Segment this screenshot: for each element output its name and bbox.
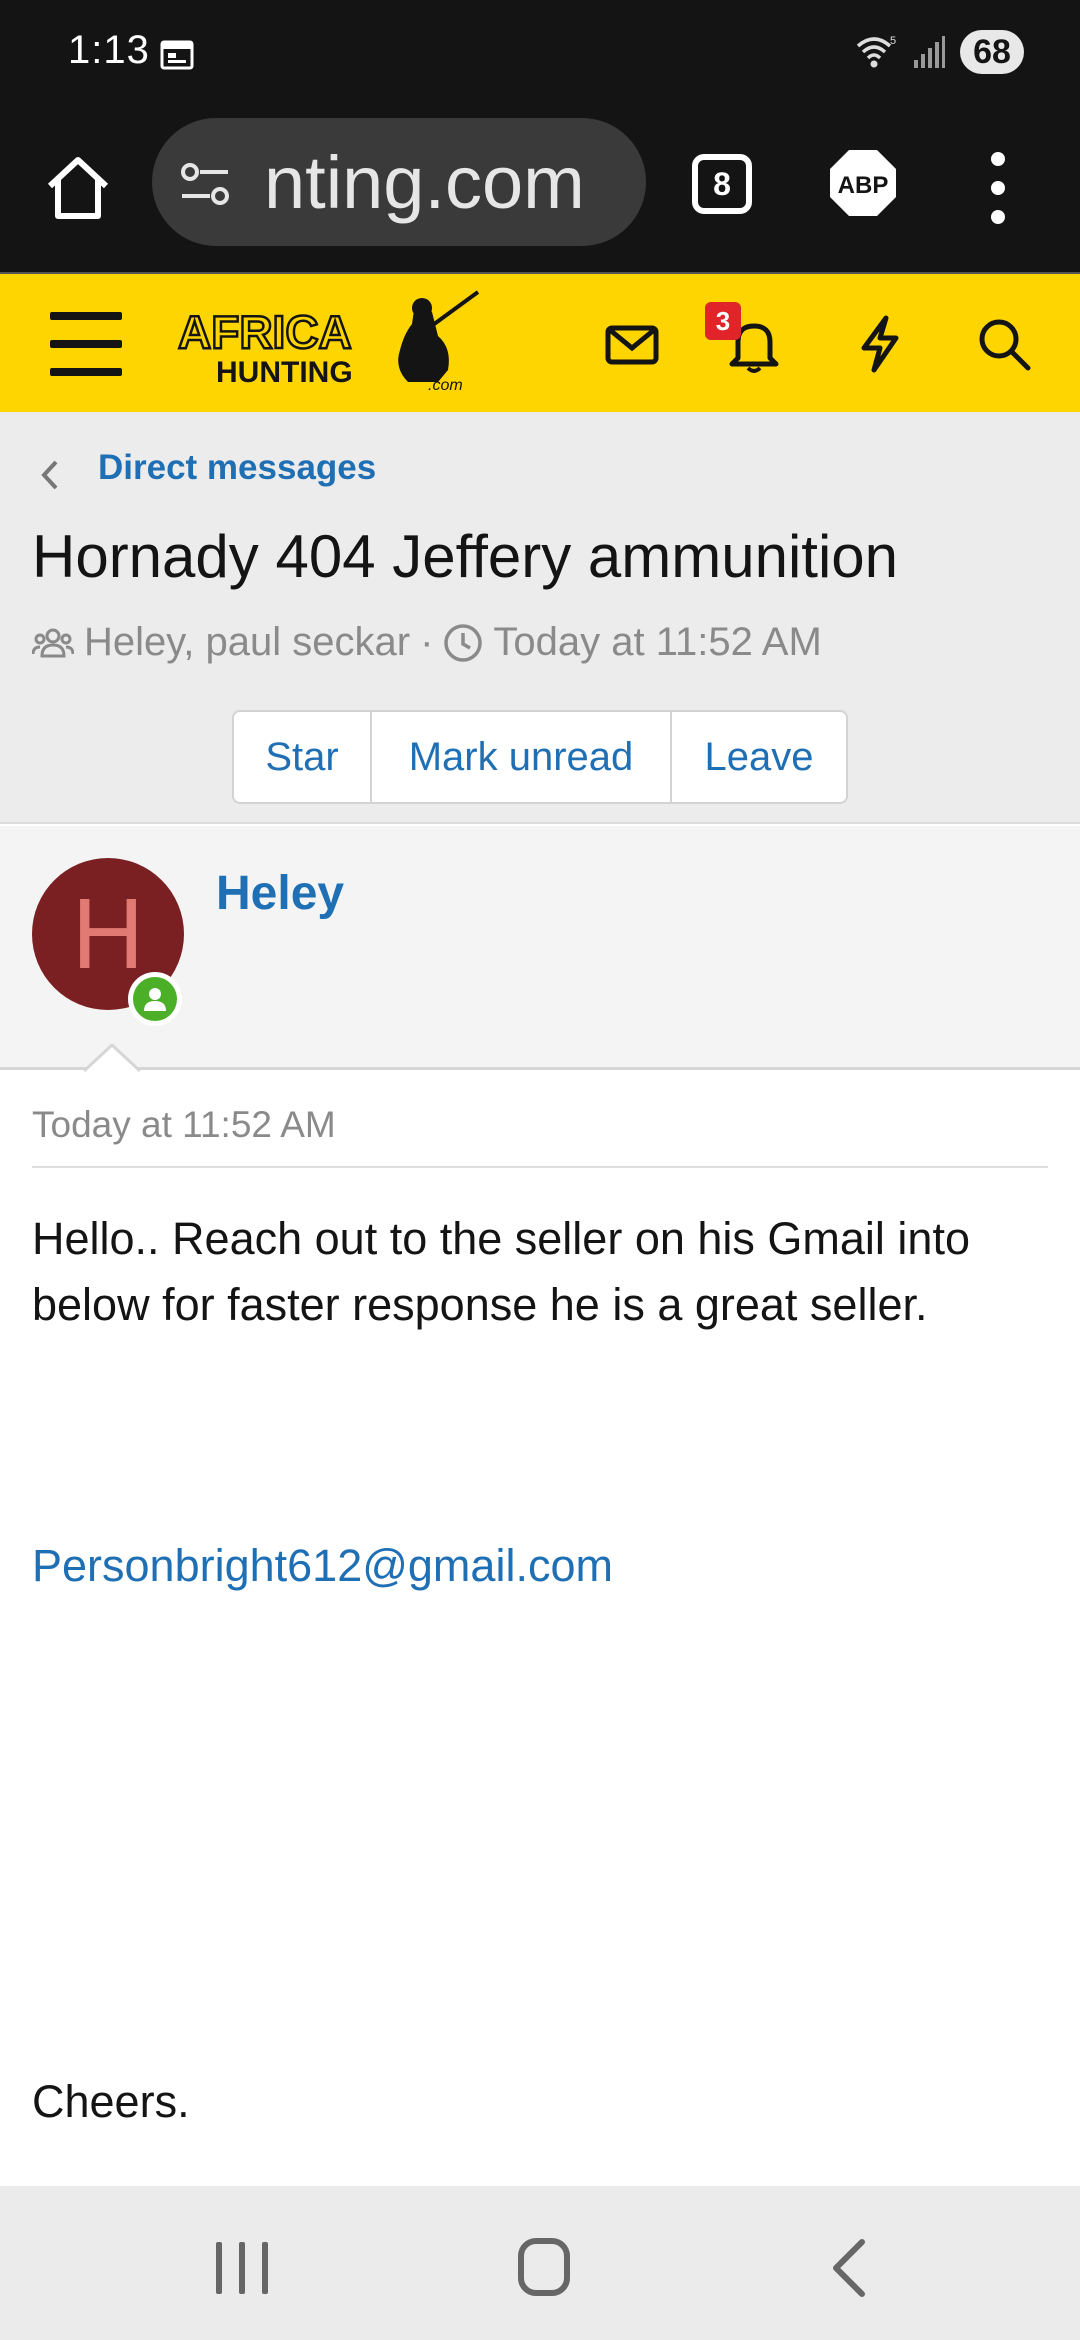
battery-indicator: 68 xyxy=(960,30,1024,74)
home-icon[interactable] xyxy=(42,152,114,224)
site-settings-icon[interactable] xyxy=(178,160,234,210)
africahunting-logo[interactable]: AFRICA HUNTING .com xyxy=(176,290,486,402)
online-status-badge xyxy=(128,972,182,1026)
message-closing: Cheers. xyxy=(32,2076,190,2127)
conversation-actions: Star Mark unread Leave xyxy=(232,710,848,804)
back-icon[interactable] xyxy=(828,2238,868,2298)
chevron-left-icon[interactable] xyxy=(38,458,62,492)
status-indicators: 5 68 xyxy=(854,30,1024,74)
message-username[interactable]: Heley xyxy=(216,866,344,921)
svg-text:AFRICA: AFRICA xyxy=(178,306,352,358)
url-text: nting.com xyxy=(264,141,585,224)
home-button[interactable] xyxy=(518,2238,570,2296)
whats-new-bolt-icon[interactable] xyxy=(850,314,910,374)
message-body: Hello.. Reach out to the seller on his G… xyxy=(32,1213,970,1330)
breadcrumb-direct-messages[interactable]: Direct messages xyxy=(98,448,376,488)
clock-icon xyxy=(444,623,483,662)
calendar-icon xyxy=(160,40,194,70)
participants-list: Heley, paul seckar xyxy=(84,620,411,664)
site-header: AFRICA HUNTING .com 3 xyxy=(0,272,1080,412)
conversation-header: Direct messages Hornady 404 Jeffery ammu… xyxy=(0,412,1080,824)
wifi-icon: 5 xyxy=(856,35,896,68)
participants-icon xyxy=(32,628,74,657)
status-bar: 1:13 5 68 xyxy=(0,0,1080,112)
browser-menu-button[interactable] xyxy=(986,152,1010,224)
conversation-start-time: Today at 11:52 AM xyxy=(493,620,822,664)
star-button[interactable]: Star xyxy=(234,712,372,802)
signal-icon xyxy=(914,36,945,68)
message-author: H Heley xyxy=(0,826,1080,1070)
svg-text:5: 5 xyxy=(890,35,896,47)
mark-unread-button[interactable]: Mark unread xyxy=(372,712,672,802)
system-nav-bar xyxy=(0,2186,1080,2340)
conversation-meta: Heley, paul seckar · Today at 11:52 AM xyxy=(32,620,822,665)
meta-separator: · xyxy=(420,620,434,664)
messages-icon[interactable] xyxy=(602,314,662,374)
divider xyxy=(32,1166,1048,1168)
status-time: 1:13 xyxy=(68,28,150,72)
message-date[interactable]: Today at 11:52 AM xyxy=(32,1104,336,1146)
search-icon[interactable] xyxy=(974,314,1034,374)
address-bar[interactable]: nting.com xyxy=(152,118,646,246)
recent-apps-button[interactable] xyxy=(216,2242,268,2294)
leave-button[interactable]: Leave xyxy=(672,712,846,802)
user-icon xyxy=(144,988,166,1011)
browser-toolbar: nting.com 8 ABP xyxy=(0,112,1080,272)
hamburger-menu-icon[interactable] xyxy=(50,312,122,376)
svg-text:HUNTING: HUNTING xyxy=(216,356,353,389)
message-pointer xyxy=(84,1044,140,1072)
tab-switcher-button[interactable]: 8 xyxy=(692,154,752,214)
adblock-icon[interactable]: ABP xyxy=(828,148,898,218)
conversation-title: Hornady 404 Jeffery ammunition xyxy=(32,523,899,590)
notification-count-badge: 3 xyxy=(705,302,741,340)
email-link[interactable]: Personbright612@gmail.com xyxy=(32,1540,613,1592)
adblock-label: ABP xyxy=(838,172,889,199)
